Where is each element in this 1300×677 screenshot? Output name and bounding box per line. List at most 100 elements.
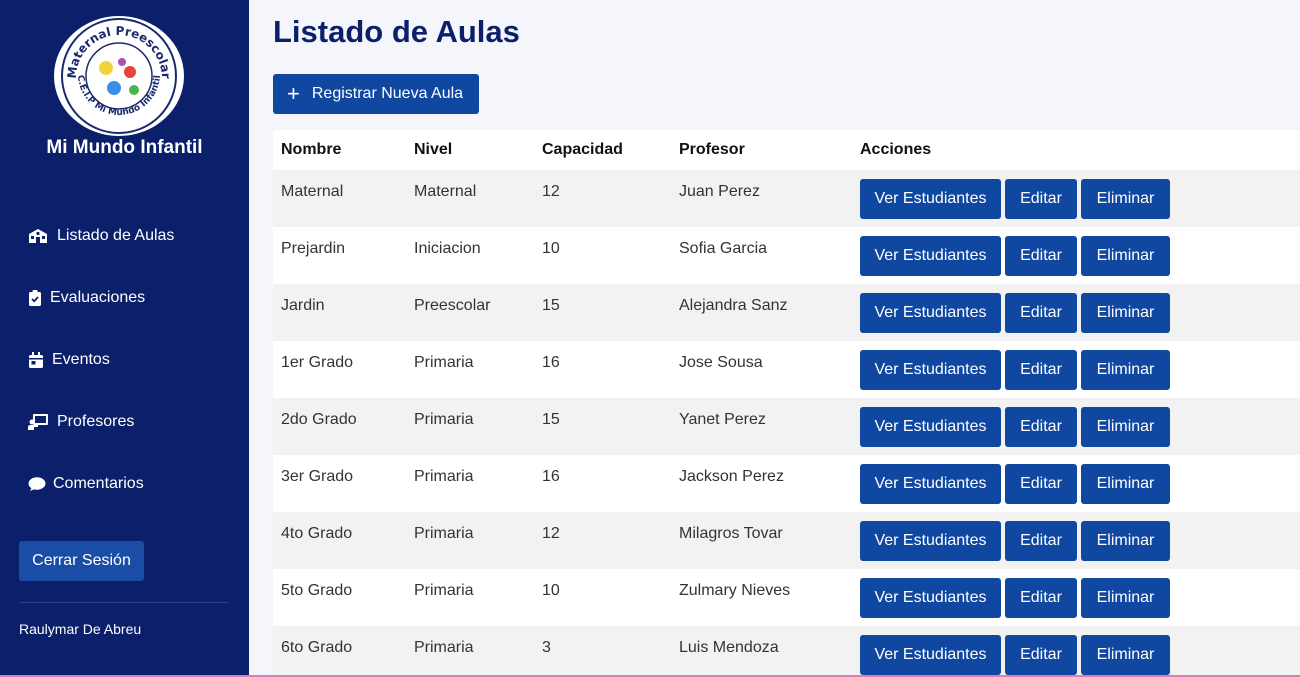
sidebar-item-label: Eventos — [52, 351, 110, 368]
cell-nivel: Primaria — [414, 525, 474, 542]
sidebar-item-comentarios[interactable]: Comentarios — [28, 472, 144, 496]
cell-profesor: Sofia Garcia — [679, 240, 768, 257]
plus-icon: + — [287, 81, 300, 106]
table-row: Maternal Maternal 12 Juan Perez Ver Estudian… — [273, 170, 1300, 227]
delete-button[interactable]: Eliminar — [1081, 577, 1170, 618]
cell-capacidad: 16 — [542, 468, 560, 485]
cell-nivel: Primaria — [414, 411, 474, 428]
edit-button[interactable]: Editar — [1005, 292, 1077, 333]
sidebar-item-eventos[interactable]: Eventos — [29, 348, 110, 372]
edit-button[interactable]: Editar — [1005, 520, 1077, 561]
view-students-button[interactable]: Ver Estudiantes — [860, 235, 1001, 276]
sidebar-item-label: Listado de Aulas — [57, 227, 175, 244]
cell-acciones: Ver Estudiantes Editar Eliminar — [852, 634, 1300, 675]
cell-profesor: Jose Sousa — [679, 354, 763, 371]
view-students-button[interactable]: Ver Estudiantes — [860, 634, 1001, 675]
edit-button[interactable]: Editar — [1005, 406, 1077, 447]
header-acciones: Acciones — [860, 141, 932, 158]
register-classroom-button[interactable]: + Registrar Nueva Aula — [273, 74, 479, 114]
main-content: Listado de Aulas + Registrar Nueva Aula … — [249, 0, 1300, 677]
classrooms-table: Nombre Nivel Capacidad Profesor Acciones… — [273, 130, 1300, 677]
delete-button[interactable]: Eliminar — [1081, 634, 1170, 675]
cell-nivel: Primaria — [414, 354, 474, 371]
view-students-button[interactable]: Ver Estudiantes — [860, 292, 1001, 333]
table-header: Nombre Nivel Capacidad Profesor Acciones — [273, 130, 1300, 170]
delete-button[interactable]: Eliminar — [1081, 235, 1170, 276]
cell-nombre: Jardin — [281, 297, 325, 314]
cell-nivel: Maternal — [414, 183, 477, 200]
sidebar-item-aulas[interactable]: Listado de Aulas — [28, 224, 174, 248]
edit-button[interactable]: Editar — [1005, 634, 1077, 675]
header-nombre: Nombre — [281, 141, 342, 158]
view-students-button[interactable]: Ver Estudiantes — [860, 520, 1001, 561]
view-students-button[interactable]: Ver Estudiantes — [860, 349, 1001, 390]
cell-nivel: Primaria — [414, 639, 474, 656]
cell-capacidad: 3 — [542, 639, 551, 656]
register-classroom-label: Registrar Nueva Aula — [311, 85, 464, 102]
cell-nombre: Prejardin — [281, 240, 346, 257]
view-students-button[interactable]: Ver Estudiantes — [860, 577, 1001, 618]
edit-button[interactable]: Editar — [1005, 178, 1077, 219]
cell-nivel: Iniciacion — [414, 240, 481, 257]
cell-profesor: Luis Mendoza — [679, 639, 779, 656]
cell-acciones: Ver Estudiantes Editar Eliminar — [852, 463, 1300, 504]
logout-button[interactable]: Cerrar Sesión — [19, 541, 144, 581]
table-row: 1er Grado Primaria 16 Jose Sousa Ver Estudia… — [273, 341, 1300, 398]
teacher-board-icon — [28, 413, 50, 431]
header-profesor: Profesor — [679, 141, 745, 158]
cell-nombre: 6to Grado — [281, 639, 353, 656]
cell-capacidad: 10 — [542, 240, 560, 257]
sidebar-item-evaluaciones[interactable]: Evaluaciones — [29, 286, 145, 310]
page-title: Listado de Aulas — [273, 14, 520, 49]
view-students-button[interactable]: Ver Estudiantes — [860, 406, 1001, 447]
table-row: 6to Grado Primaria 3 Luis Mendoza Ver Estudi… — [273, 626, 1300, 677]
cell-nivel: Preescolar — [414, 297, 491, 314]
sidebar-item-label: Comentarios — [53, 475, 144, 492]
edit-button[interactable]: Editar — [1005, 463, 1077, 504]
cell-acciones: Ver Estudiantes Editar Eliminar — [852, 292, 1300, 333]
brand-name: Mi Mundo Infantil — [46, 137, 203, 158]
cell-profesor: Yanet Perez — [679, 411, 766, 428]
school-logo: Maternal Preescolar C.E.I.P Mi Mundo Inf… — [54, 16, 184, 136]
cell-nombre: 3er Grado — [281, 468, 354, 485]
cell-capacidad: 10 — [542, 582, 560, 599]
table-row: Jardin Preescolar 15 Alejandra Sanz Ver Estu… — [273, 284, 1300, 341]
delete-button[interactable]: Eliminar — [1081, 349, 1170, 390]
cell-nombre: 1er Grado — [281, 354, 354, 371]
cell-acciones: Ver Estudiantes Editar Eliminar — [852, 235, 1300, 276]
sidebar-item-profesores[interactable]: Profesores — [28, 410, 134, 434]
view-students-button[interactable]: Ver Estudiantes — [860, 178, 1001, 219]
cell-profesor: Milagros Tovar — [679, 525, 783, 542]
table-row: 3er Grado Primaria 16 Jackson Perez Ver Estu… — [273, 455, 1300, 512]
comment-icon — [28, 475, 46, 493]
view-students-button[interactable]: Ver Estudiantes — [860, 463, 1001, 504]
calendar-icon — [29, 351, 45, 369]
cell-acciones: Ver Estudiantes Editar Eliminar — [852, 349, 1300, 390]
cell-capacidad: 12 — [542, 183, 560, 200]
cell-nombre: 4to Grado — [281, 525, 353, 542]
cell-profesor: Jackson Perez — [679, 468, 784, 485]
table-row: 5to Grado Primaria 10 Zulmary Nieves Ver Est… — [273, 569, 1300, 626]
edit-button[interactable]: Editar — [1005, 235, 1077, 276]
cell-profesor: Juan Perez — [679, 183, 760, 200]
table-row: Prejardin Iniciacion 10 Sofia Garcia Ver Est… — [273, 227, 1300, 284]
delete-button[interactable]: Eliminar — [1081, 178, 1170, 219]
delete-button[interactable]: Eliminar — [1081, 463, 1170, 504]
cell-nivel: Primaria — [414, 468, 474, 485]
cell-nombre: 5to Grado — [281, 582, 353, 599]
edit-button[interactable]: Editar — [1005, 349, 1077, 390]
table-row: 2do Grado Primaria 15 Yanet Perez Ver Estudi… — [273, 398, 1300, 455]
cell-capacidad: 15 — [542, 411, 560, 428]
school-icon — [28, 227, 50, 245]
delete-button[interactable]: Eliminar — [1081, 520, 1170, 561]
cell-capacidad: 16 — [542, 354, 560, 371]
clipboard-check-icon — [29, 289, 43, 307]
edit-button[interactable]: Editar — [1005, 577, 1077, 618]
delete-button[interactable]: Eliminar — [1081, 406, 1170, 447]
user-name: Raulymar De Abreu — [19, 621, 142, 637]
cell-nombre: Maternal — [281, 183, 344, 200]
cell-acciones: Ver Estudiantes Editar Eliminar — [852, 577, 1300, 618]
cell-profesor: Alejandra Sanz — [679, 297, 788, 314]
table-body: Maternal Maternal 12 Juan Perez Ver Estudian… — [273, 170, 1300, 677]
delete-button[interactable]: Eliminar — [1081, 292, 1170, 333]
